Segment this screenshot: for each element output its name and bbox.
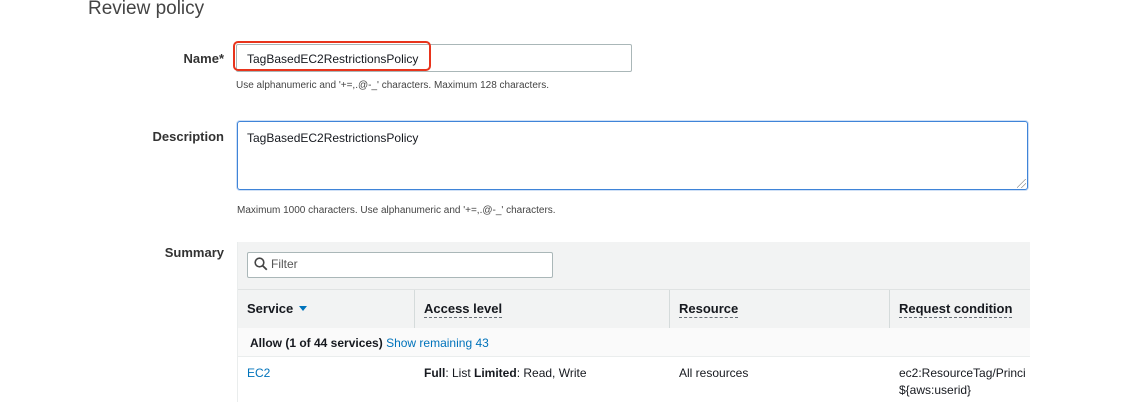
show-remaining-link[interactable]: Show remaining 43 (386, 336, 489, 350)
summary-label: Summary (164, 245, 224, 260)
column-header-service[interactable]: Service (238, 290, 415, 328)
search-icon (254, 257, 268, 271)
name-highlight-box (233, 41, 431, 71)
table-row: EC2 Full: List Limited: Read, Write All … (238, 358, 1030, 402)
access-full-value: : List (445, 366, 475, 380)
group-row: Allow (1 of 44 services) Show remaining … (238, 328, 1030, 357)
name-label: Name* (183, 51, 224, 66)
access-limited-label: Limited (474, 366, 517, 380)
service-link[interactable]: EC2 (247, 366, 270, 380)
page-title: Review policy (88, 0, 205, 19)
name-hint: Use alphanumeric and '+=,.@-_' character… (236, 80, 549, 91)
description-hint: Maximum 1000 characters. Use alphanumeri… (237, 205, 556, 216)
group-title: Allow (1 of 44 services) (250, 336, 383, 350)
access-limited-value: : Read, Write (516, 366, 587, 380)
description-label: Description (152, 129, 224, 144)
condition-line-2: ${aws:userid} (899, 383, 972, 397)
filter-placeholder: Filter (271, 257, 298, 271)
filter-input[interactable]: Filter (247, 252, 553, 278)
column-header-resource[interactable]: Resource (670, 290, 890, 328)
filter-bar: Filter (238, 242, 1030, 289)
column-header-access-level[interactable]: Access level (415, 290, 670, 328)
sort-caret-icon[interactable] (299, 306, 308, 311)
column-header-label: Resource (679, 301, 739, 318)
table-header: Service Access level Resource Request co… (238, 289, 1030, 329)
column-header-label: Request condition (899, 301, 1013, 318)
access-full-label: Full (424, 366, 446, 380)
resize-grip-icon[interactable] (1017, 179, 1026, 188)
description-textarea[interactable]: TagBasedEC2RestrictionsPolicy (237, 121, 1028, 190)
column-header-label: Access level (424, 301, 503, 318)
column-header-request-condition[interactable]: Request condition (890, 290, 1030, 328)
summary-table: Filter Service Access level Resource Req… (237, 242, 1030, 402)
condition-line-1: ec2:ResourceTag/Princi (899, 366, 1026, 380)
resource-cell: All resources (679, 366, 749, 380)
request-condition-cell: ec2:ResourceTag/Princi ${aws:userid} (899, 365, 1026, 399)
access-level-cell: Full: List Limited: Read, Write (424, 366, 587, 380)
column-header-label: Service (247, 301, 294, 316)
